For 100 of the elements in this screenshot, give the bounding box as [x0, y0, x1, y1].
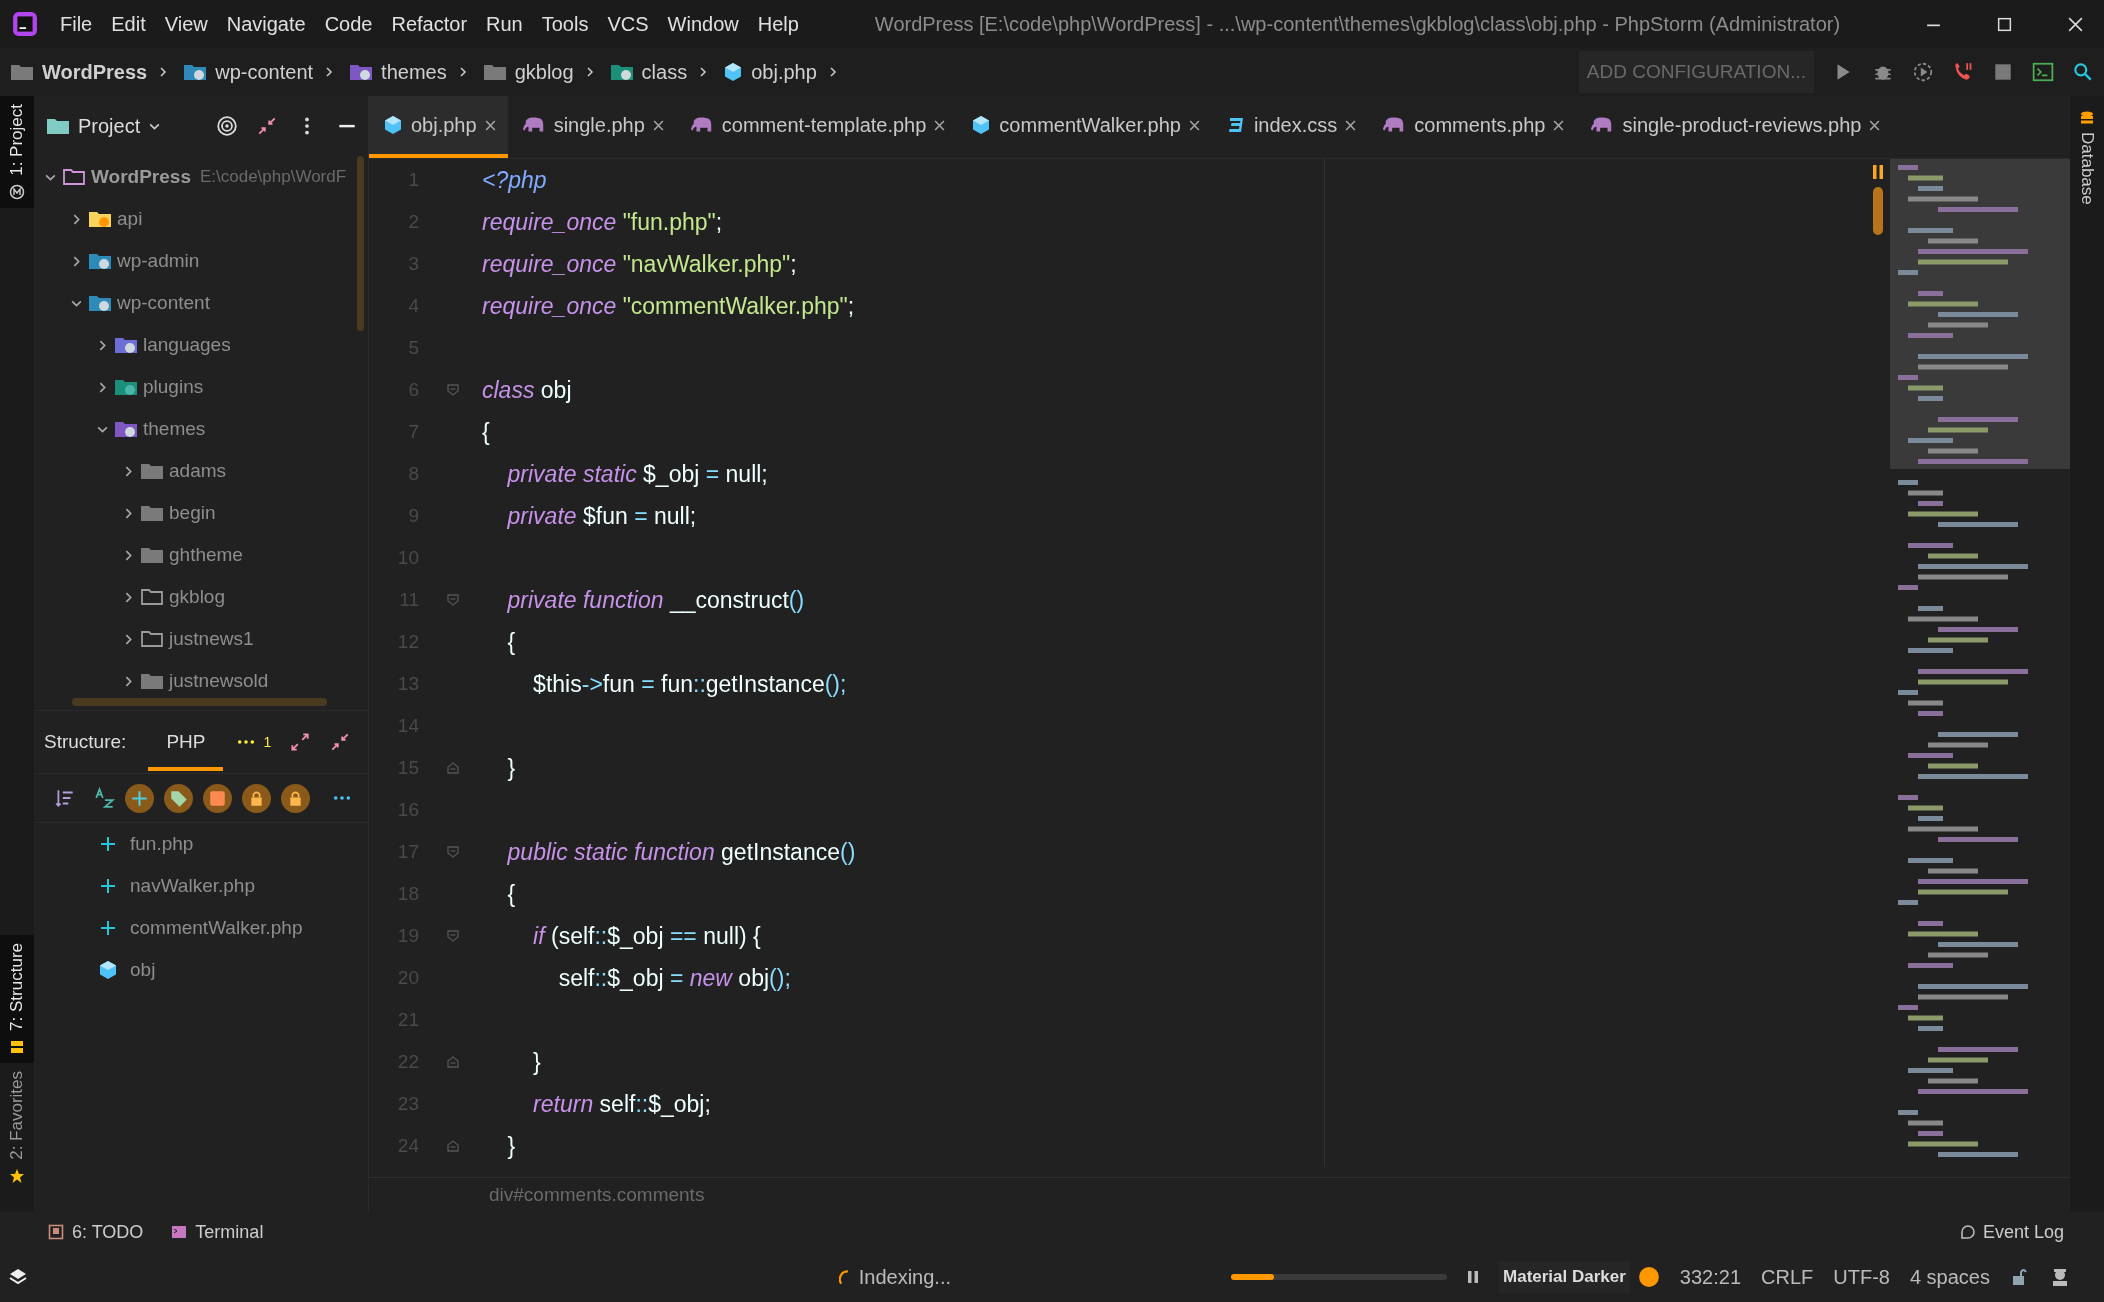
collapse-icon[interactable] [256, 115, 278, 137]
menu-item[interactable]: Tools [541, 12, 589, 36]
fold-marker-icon[interactable] [446, 383, 460, 397]
breadcrumb-item[interactable]: obj.php [751, 60, 817, 84]
breadcrumb-item[interactable]: gkblog [514, 60, 574, 84]
close-icon[interactable] [652, 119, 664, 131]
tree-item[interactable]: languages [143, 334, 231, 356]
close-icon[interactable] [1869, 119, 1881, 131]
editor-tab[interactable]: comments.php [1368, 96, 1577, 158]
cursor-position[interactable]: 332:21 [1679, 1265, 1742, 1289]
line-separator[interactable]: CRLF [1761, 1265, 1814, 1289]
tool-window-button[interactable]: Event Log [1958, 1221, 2064, 1243]
structure-item[interactable]: fun.php [130, 833, 194, 855]
folder-icon [140, 671, 164, 691]
fold-marker-icon[interactable] [446, 845, 460, 859]
menu-item[interactable]: Code [324, 12, 373, 36]
tool-window-tab[interactable]: 7: Structure [0, 935, 34, 1064]
structure-item[interactable]: navWalker.php [130, 875, 255, 897]
breadcrumb-item[interactable]: themes [381, 60, 447, 84]
editor-tab[interactable]: single-product-reviews.php [1576, 96, 1893, 158]
menu-item[interactable]: View [164, 12, 208, 36]
editor-tab[interactable]: obj.php [369, 96, 508, 158]
unlock-icon[interactable] [2010, 1267, 2030, 1287]
pi-icon[interactable] [202, 782, 233, 814]
tool-window-button[interactable]: Terminal [171, 1221, 264, 1243]
menu-item[interactable]: VCS [607, 12, 649, 36]
tree-item[interactable]: api [117, 208, 143, 230]
close-icon[interactable] [1188, 119, 1200, 131]
fold-marker-icon[interactable] [446, 1139, 460, 1153]
sort-icon[interactable] [54, 787, 76, 809]
breadcrumb-item[interactable]: WordPress [42, 60, 148, 84]
tree-item[interactable]: plugins [143, 376, 204, 398]
database-tool-tab[interactable]: Database [2070, 96, 2104, 219]
tree-item[interactable]: ghtheme [169, 544, 243, 566]
lock-icon[interactable] [280, 782, 311, 814]
tool-window-tab[interactable]: 2: Favorites [0, 1063, 34, 1192]
menu-item[interactable]: File [60, 12, 93, 36]
person-icon[interactable] [2050, 1267, 2070, 1287]
tree-item[interactable]: gkblog [169, 586, 225, 608]
folder-icon [88, 209, 112, 229]
editor-tab[interactable]: single.php [507, 96, 676, 158]
close-icon[interactable] [484, 119, 496, 131]
search-icon[interactable] [2072, 61, 2094, 83]
more-icon[interactable] [237, 738, 256, 746]
star-icon [9, 1168, 25, 1184]
terminal-icon[interactable] [2032, 61, 2054, 83]
structure-item[interactable]: commentWalker.php [130, 917, 303, 939]
project-tool-tab[interactable]: 1: Project [0, 96, 34, 208]
menu-item[interactable]: Navigate [226, 12, 306, 36]
fold-marker-icon[interactable] [446, 1055, 460, 1069]
scrollbar[interactable] [1873, 187, 1883, 235]
tree-item[interactable]: justnews1 [169, 628, 254, 650]
pause-icon[interactable] [1467, 1270, 1479, 1284]
more-icon[interactable] [333, 794, 351, 802]
file-encoding[interactable]: UTF-8 [1833, 1265, 1890, 1289]
tree-item[interactable]: adams [169, 460, 227, 482]
expand-icon[interactable] [289, 731, 312, 753]
tree-item[interactable]: wp-content [117, 292, 210, 314]
plus-icon[interactable] [124, 782, 155, 814]
layers-icon[interactable] [8, 1267, 28, 1287]
close-icon[interactable] [1553, 119, 1565, 131]
stop-icon[interactable] [1992, 61, 2014, 83]
task-status[interactable]: Indexing... [858, 1265, 951, 1289]
tool-window-button[interactable]: 6: TODO [48, 1221, 144, 1243]
maximize-icon[interactable] [1996, 15, 2013, 33]
lock-icon[interactable] [241, 782, 272, 814]
editor-tab[interactable]: commentWalker.php [957, 96, 1212, 158]
tree-item[interactable]: themes [143, 418, 206, 440]
scrollbar[interactable] [72, 698, 327, 706]
panel-tab[interactable]: PHP [148, 713, 224, 771]
folder-icon [482, 62, 507, 82]
sort-alphabetically-icon[interactable] [94, 787, 116, 809]
scrollbar[interactable] [357, 156, 364, 331]
target-icon[interactable] [216, 115, 238, 137]
tree-item[interactable]: WordPress [91, 166, 191, 188]
indent-setting[interactable]: 4 spaces [1909, 1265, 1990, 1289]
breadcrumb-item[interactable]: class [641, 60, 688, 84]
tree-item[interactable]: wp-admin [117, 250, 200, 272]
fold-marker-icon[interactable] [446, 761, 460, 775]
theme-name[interactable]: Material Darker [1499, 1261, 1630, 1293]
menu-item[interactable]: Refactor [391, 12, 468, 36]
editor-tab[interactable]: index.css [1211, 96, 1369, 158]
tag-icon[interactable] [163, 782, 194, 814]
fold-marker-icon[interactable] [446, 593, 460, 607]
menu-item[interactable]: Edit [111, 12, 146, 36]
breadcrumb-item[interactable]: wp-content [215, 60, 314, 84]
menu-item[interactable]: Run [486, 12, 523, 36]
fold-marker-icon[interactable] [446, 929, 460, 943]
folder-icon [183, 62, 208, 82]
tree-item[interactable]: begin [169, 502, 216, 524]
close-icon[interactable] [1345, 119, 1357, 131]
phone-icon[interactable] [1952, 61, 1974, 83]
editor-tab[interactable]: comment-template.php [675, 96, 958, 158]
menu-item[interactable]: Window [667, 12, 739, 36]
menu-item[interactable]: Help [757, 12, 799, 36]
tree-item[interactable]: justnewsold [169, 670, 269, 692]
structure-item[interactable]: obj [130, 959, 156, 981]
panel-title[interactable]: Project [78, 114, 141, 138]
profiler-icon[interactable] [1912, 61, 1934, 83]
close-icon[interactable] [934, 119, 946, 131]
